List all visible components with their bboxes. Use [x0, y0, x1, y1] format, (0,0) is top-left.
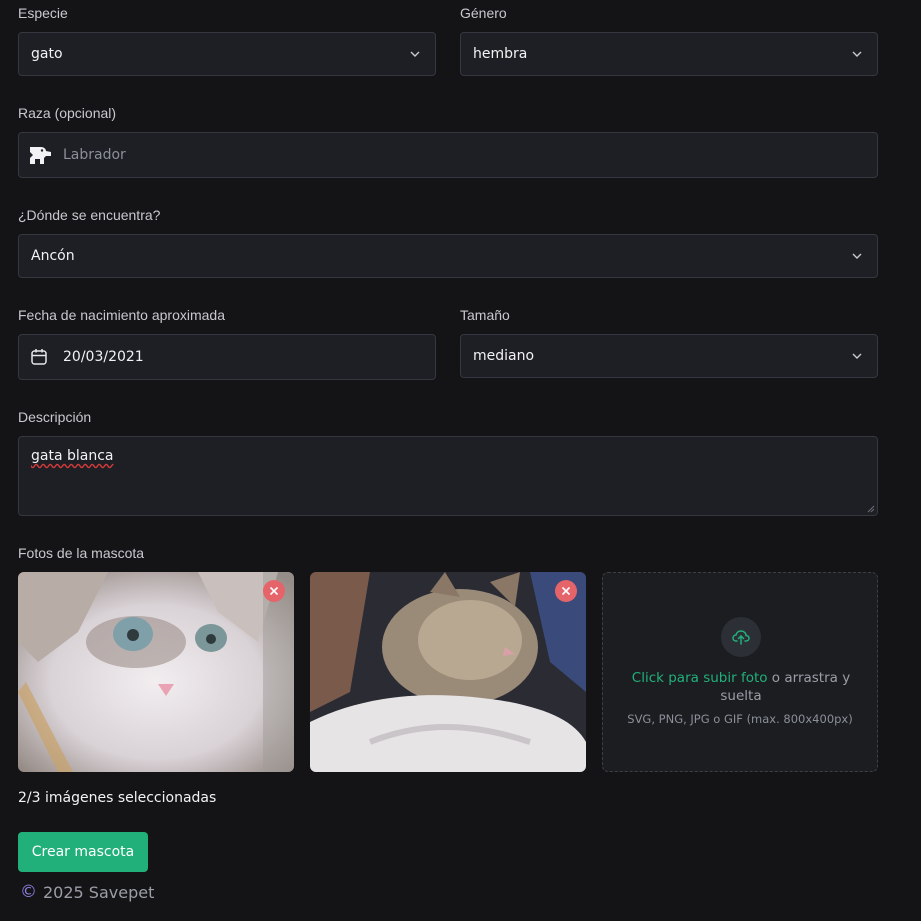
upload-icon-circle [721, 617, 761, 657]
chevron-down-icon [852, 353, 862, 359]
especie-value: gato [31, 46, 63, 62]
footer: © 2025 Savepet [20, 882, 154, 902]
submit-label: Crear mascota [31, 844, 135, 860]
chevron-down-icon [410, 51, 420, 57]
cat-photo-1 [18, 572, 294, 772]
photo-thumbnail [18, 572, 294, 772]
copyright-icon: © [20, 882, 37, 902]
descripcion-textarea[interactable]: gata blanca [18, 436, 878, 516]
fecha-input[interactable]: 20/03/2021 [18, 334, 436, 380]
footer-text: 2025 Savepet [43, 882, 155, 902]
genero-select[interactable]: hembra [460, 32, 878, 76]
descripcion-value: gata blanca [31, 448, 114, 464]
calendar-icon [31, 349, 47, 365]
image-count: 2/3 imágenes seleccionadas [18, 790, 217, 806]
raza-label: Raza (opcional) [18, 105, 117, 121]
especie-label: Especie [18, 5, 68, 21]
upload-cloud-icon [732, 630, 750, 645]
chevron-down-icon [852, 253, 862, 259]
ubicacion-value: Ancón [31, 248, 75, 264]
photo-thumbnail [310, 572, 586, 772]
ubicacion-select[interactable]: Ancón [18, 234, 878, 278]
remove-photo-button[interactable] [555, 580, 577, 602]
tamano-select[interactable]: mediano [460, 334, 878, 378]
remove-photo-button[interactable] [263, 580, 285, 602]
raza-input[interactable]: Labrador [18, 132, 878, 178]
close-icon [561, 586, 571, 596]
fecha-label: Fecha de nacimiento aproximada [18, 307, 226, 323]
raza-placeholder: Labrador [63, 147, 126, 163]
close-icon [269, 586, 279, 596]
tamano-label: Tamaño [460, 307, 510, 323]
dog-icon [30, 147, 51, 164]
fotos-label: Fotos de la mascota [18, 545, 145, 561]
resize-handle-icon[interactable] [867, 505, 875, 513]
cat-photo-2 [310, 572, 586, 772]
upload-hint: SVG, PNG, JPG o GIF (max. 800x400px) [627, 712, 853, 726]
fecha-value: 20/03/2021 [63, 349, 144, 365]
photo-upload-dropzone[interactable]: Click para subir foto o arrastra y suelt… [602, 572, 878, 772]
genero-label: Género [460, 5, 507, 21]
ubicacion-label: ¿Dónde se encuentra? [18, 207, 161, 223]
chevron-down-icon [852, 51, 862, 57]
descripcion-label: Descripción [18, 409, 92, 425]
upload-link[interactable]: Click para subir foto [632, 670, 768, 686]
genero-value: hembra [473, 46, 528, 62]
upload-instructions: Click para subir foto o arrastra y suelt… [627, 669, 855, 705]
tamano-value: mediano [473, 348, 535, 364]
crear-mascota-button[interactable]: Crear mascota [18, 832, 148, 872]
especie-select[interactable]: gato [18, 32, 436, 76]
